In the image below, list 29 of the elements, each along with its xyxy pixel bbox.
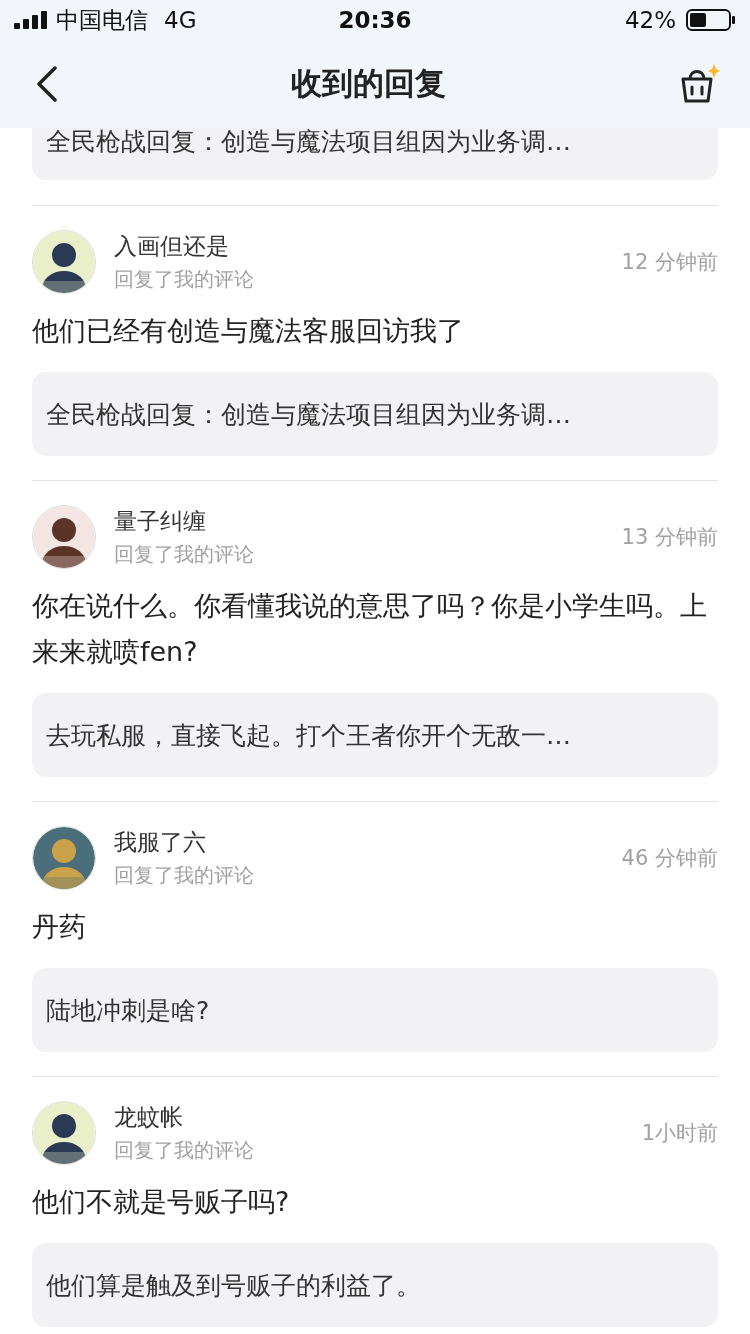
battery-icon: [686, 9, 736, 31]
reply-text: 你在说什么。你看懂我说的意思了吗？你是小学生吗。上来来就喷fen?: [32, 589, 708, 669]
user-name[interactable]: 我服了六: [114, 827, 622, 858]
timestamp: 13 分钟前: [621, 524, 718, 551]
quoted-comment: 去玩私服，直接飞起。打个王者你开个无敌一…: [32, 693, 718, 777]
signal-icon: [14, 11, 48, 29]
user-name[interactable]: 量子纠缠: [114, 506, 622, 537]
timestamp: 1小时前: [641, 1120, 718, 1147]
timestamp: 46 分钟前: [621, 845, 718, 872]
carrier: 中国电信: [56, 5, 148, 35]
page-title: 收到的回复: [290, 64, 446, 103]
reply-text: 他们不就是号贩子吗?: [32, 1185, 291, 1219]
back-icon[interactable]: [36, 66, 58, 102]
user-name[interactable]: 入画但还是: [114, 231, 622, 262]
network-type: 4G: [164, 7, 197, 33]
user-name[interactable]: 龙蚊帐: [114, 1102, 642, 1133]
clock: 20:36: [338, 7, 412, 33]
reply-action: 回复了我的评论: [114, 266, 255, 293]
quoted-comment: 全民枪战回复：创造与魔法项目组因为业务调…: [32, 128, 718, 180]
reply-action: 回复了我的评论: [114, 1137, 255, 1164]
quoted-comment: 他们算是触及到号贩子的利益了。: [32, 1243, 718, 1327]
quoted-comment: 全民枪战回复：创造与魔法项目组因为业务调…: [32, 372, 718, 456]
reply-action: 回复了我的评论: [114, 541, 255, 568]
timestamp: 12 分钟前: [621, 249, 718, 276]
reply-text: 丹药: [32, 910, 87, 944]
reply-text: 他们已经有创造与魔法客服回访我了: [32, 314, 465, 348]
battery-percent: 42%: [624, 7, 676, 33]
quoted-comment: 陆地冲刺是啥?: [32, 968, 718, 1052]
reply-action: 回复了我的评论: [114, 862, 255, 889]
